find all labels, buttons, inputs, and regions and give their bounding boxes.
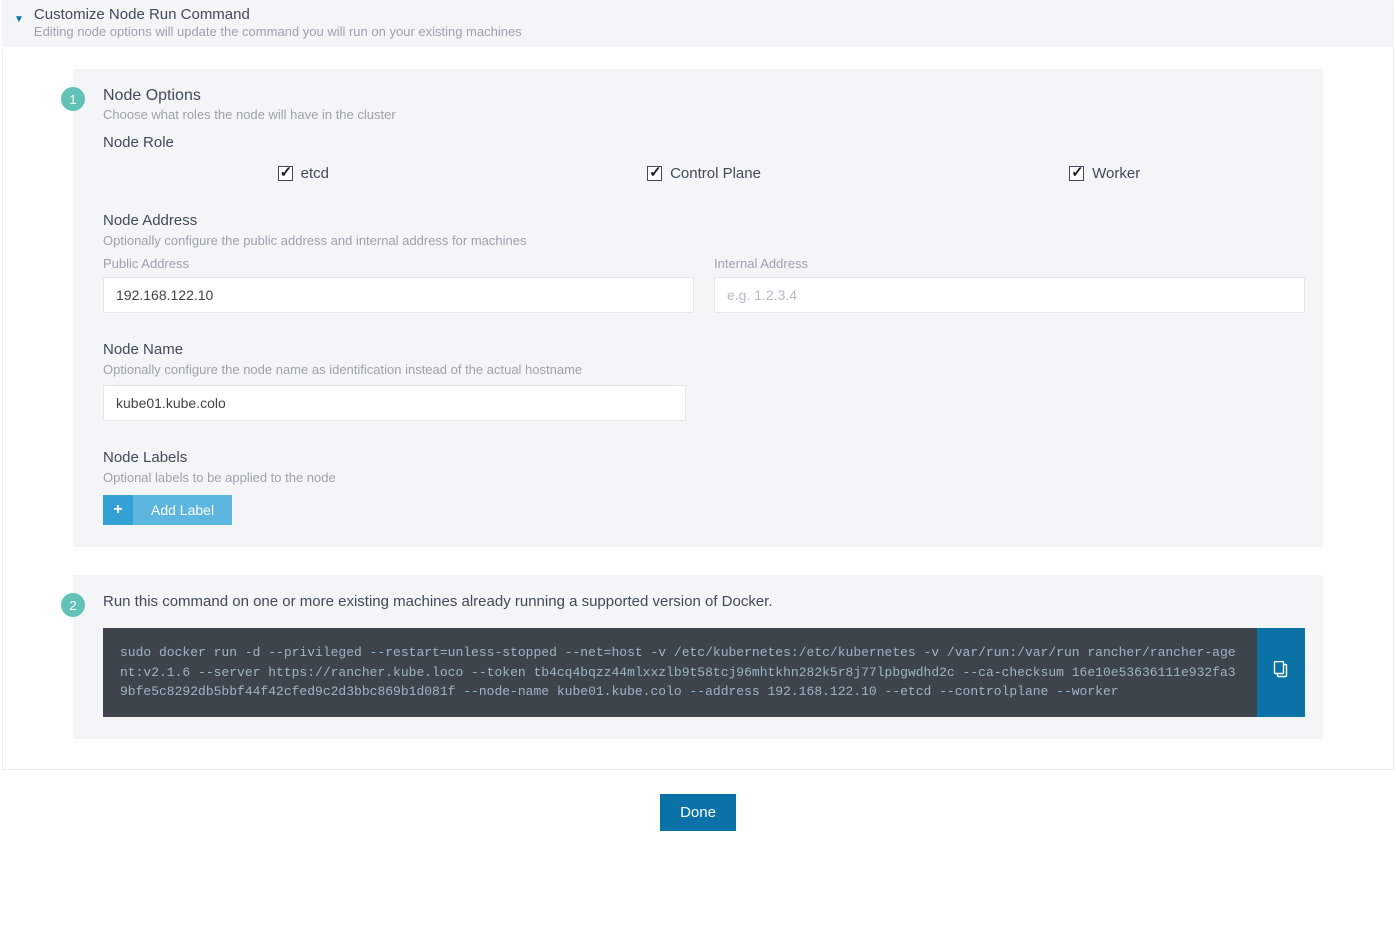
node-address-title: Node Address	[103, 212, 1305, 229]
public-address-input[interactable]	[103, 277, 694, 313]
node-address-hint: Optionally configure the public address …	[103, 233, 1305, 248]
role-control-plane[interactable]: Control Plane	[504, 165, 905, 182]
clipboard-icon	[1273, 661, 1289, 684]
add-label-text: Add Label	[133, 495, 232, 525]
node-labels-title: Node Labels	[103, 449, 1305, 466]
step-2-title: Run this command on one or more existing…	[103, 593, 1305, 610]
internal-address-label: Internal Address	[714, 256, 1305, 271]
internal-address-input[interactable]	[714, 277, 1305, 313]
step-1-subtitle: Choose what roles the node will have in …	[103, 107, 1305, 122]
step-1-badge: 1	[61, 87, 85, 111]
panel-title: Customize Node Run Command	[34, 6, 522, 23]
plus-icon: +	[103, 495, 133, 525]
checkbox-control-plane[interactable]	[647, 166, 662, 181]
command-box[interactable]: sudo docker run -d --privileged --restar…	[103, 628, 1257, 717]
role-etcd-label: etcd	[301, 165, 329, 182]
role-worker[interactable]: Worker	[904, 165, 1305, 182]
role-worker-label: Worker	[1092, 165, 1140, 182]
node-labels-hint: Optional labels to be applied to the nod…	[103, 470, 1305, 485]
collapse-toggle-icon[interactable]: ▼	[14, 14, 24, 25]
node-name-hint: Optionally configure the node name as id…	[103, 362, 1305, 377]
step-2: 2 Run this command on one or more existi…	[73, 575, 1323, 739]
step-2-badge: 2	[61, 593, 85, 617]
role-control-plane-label: Control Plane	[670, 165, 761, 182]
add-label-button[interactable]: + Add Label	[103, 495, 232, 525]
step-1: 1 Node Options Choose what roles the nod…	[73, 69, 1323, 547]
node-name-input[interactable]	[103, 385, 686, 421]
step-1-title: Node Options	[103, 87, 1305, 105]
checkbox-worker[interactable]	[1069, 166, 1084, 181]
public-address-label: Public Address	[103, 256, 694, 271]
role-etcd[interactable]: etcd	[103, 165, 504, 182]
node-role-label: Node Role	[103, 134, 1305, 151]
checkbox-etcd[interactable]	[278, 166, 293, 181]
node-name-title: Node Name	[103, 341, 1305, 358]
copy-button[interactable]	[1257, 628, 1305, 717]
panel-subtitle: Editing node options will update the com…	[34, 24, 522, 39]
done-button[interactable]: Done	[660, 794, 736, 831]
